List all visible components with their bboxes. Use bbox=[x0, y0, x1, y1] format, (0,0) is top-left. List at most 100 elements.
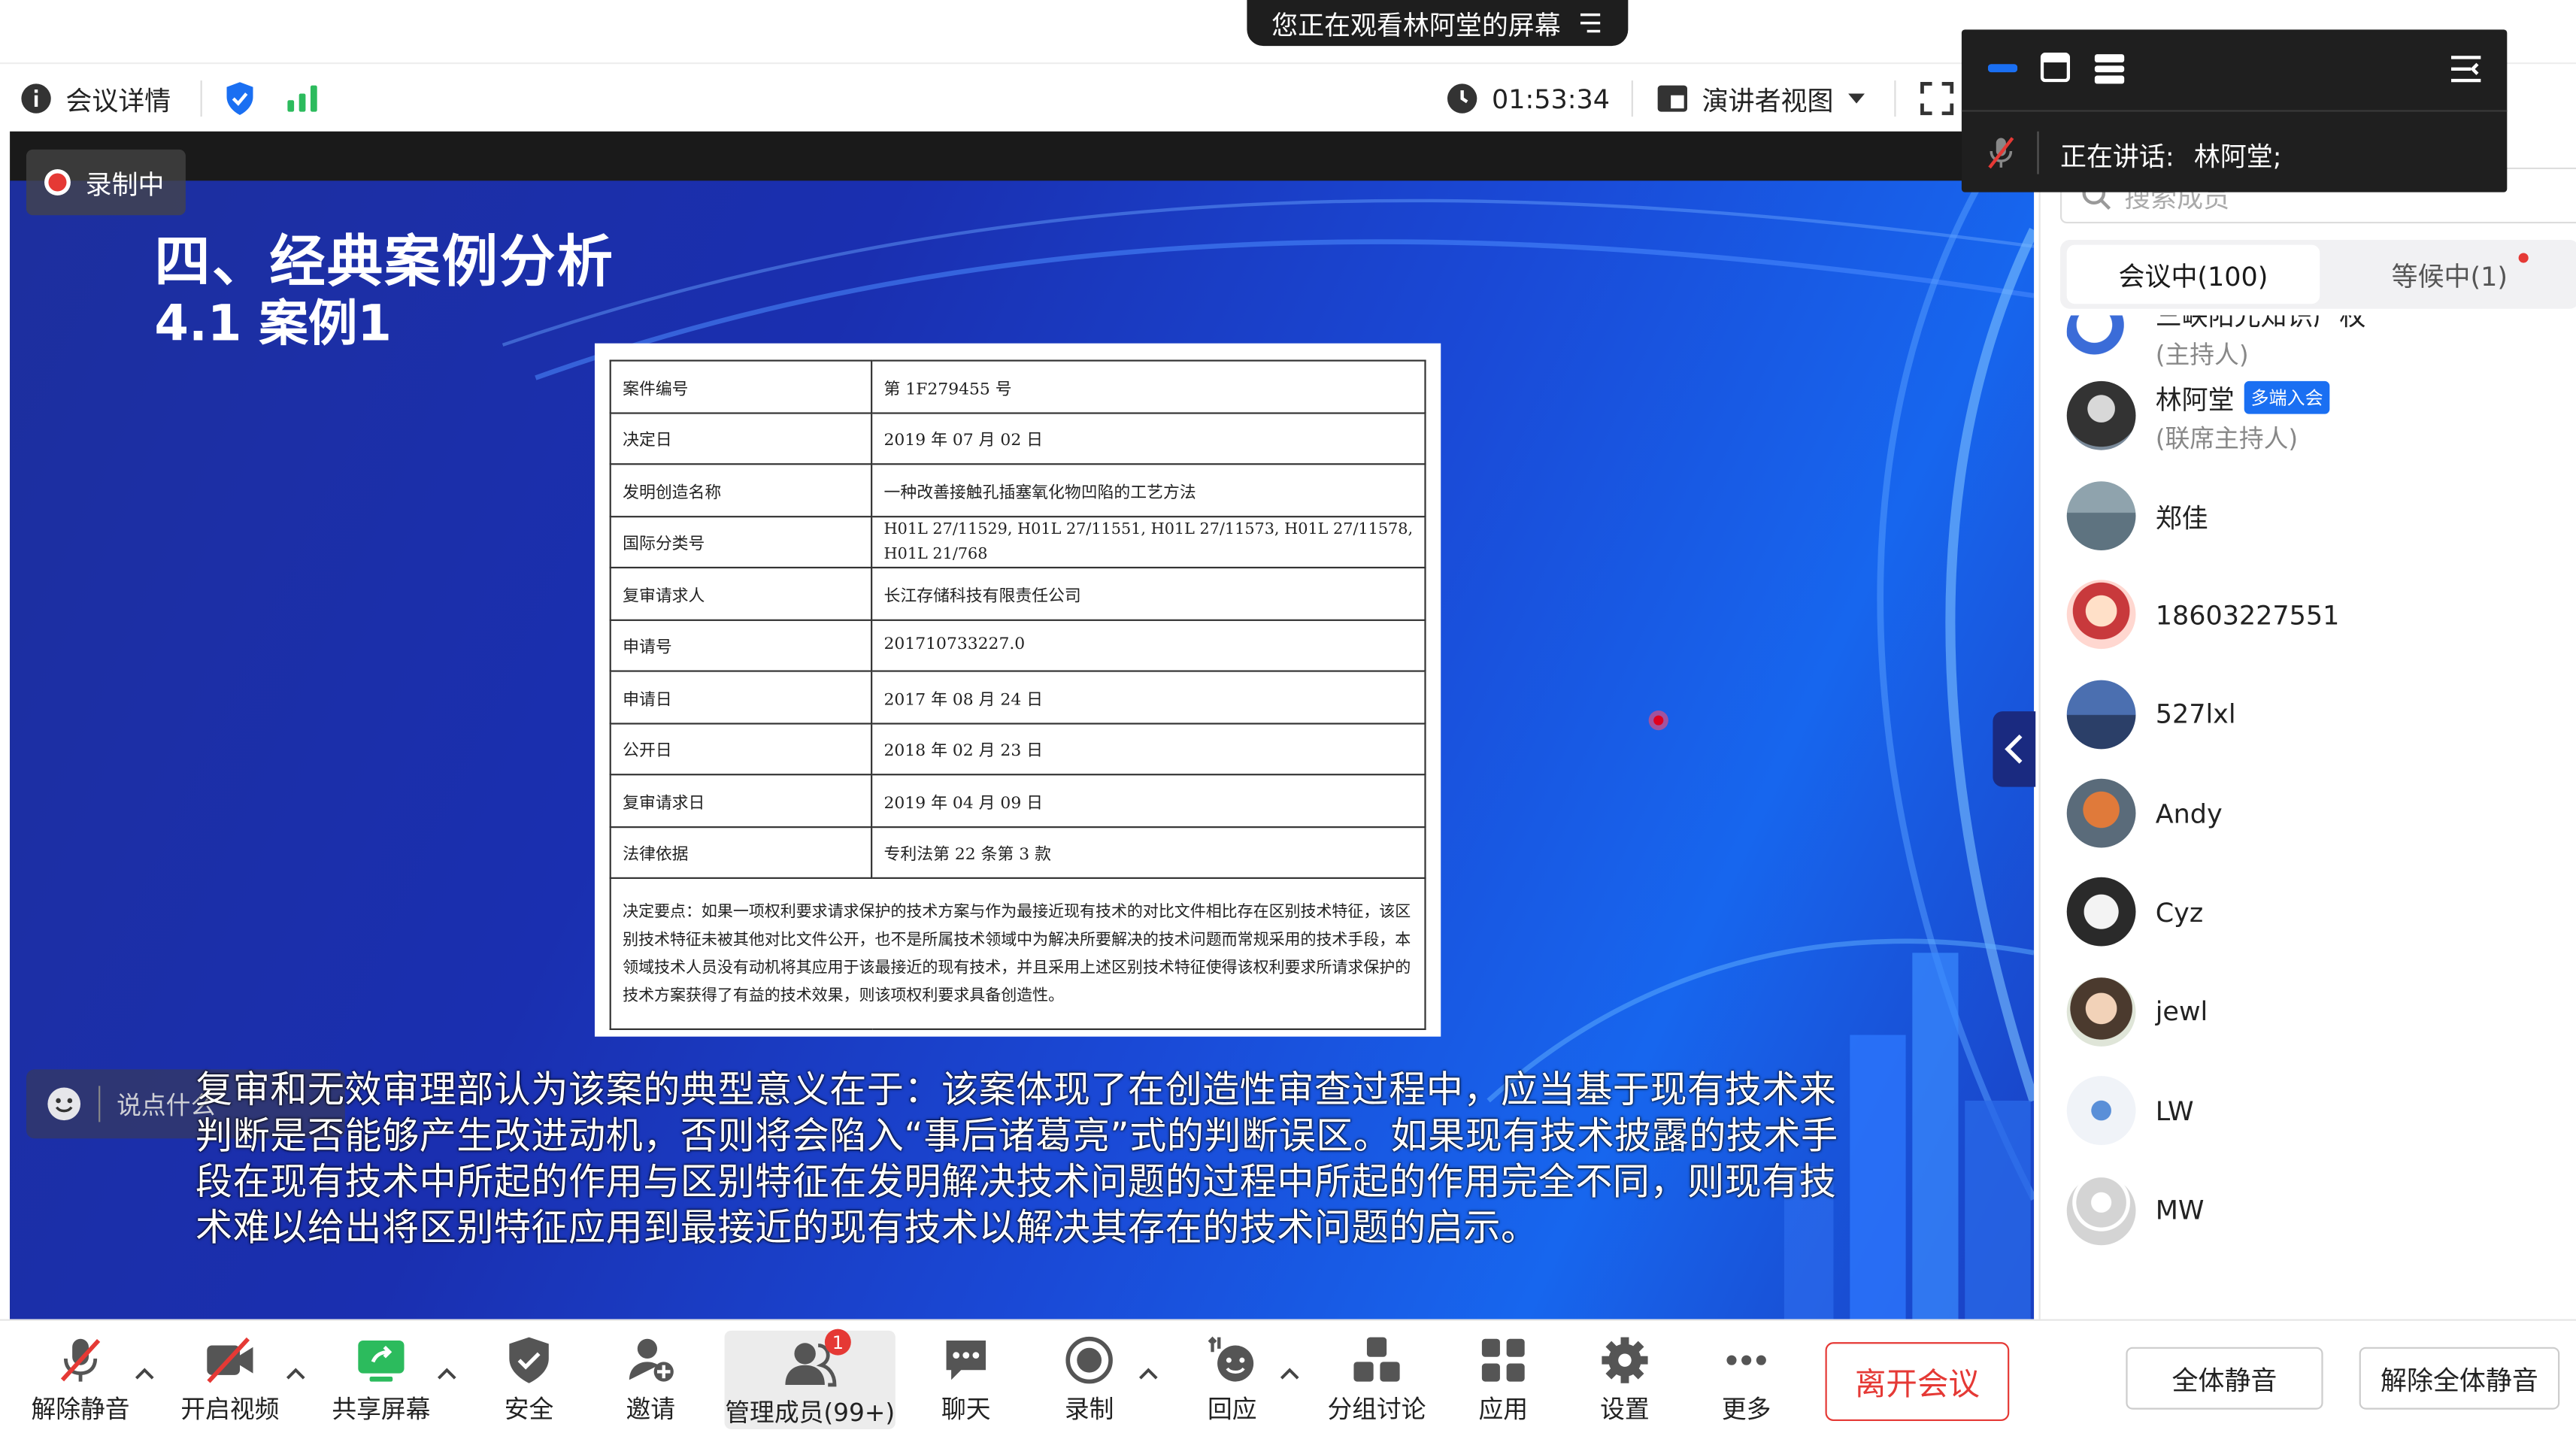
share-screen-label: 共享屏幕 bbox=[332, 1395, 431, 1425]
divider bbox=[2037, 131, 2039, 174]
member-name: jewl bbox=[2155, 995, 2208, 1028]
case-summary: 决定要点：如果一项权利要求请求保护的技术方案与作为最接近现有技术的对比文件相比存… bbox=[609, 877, 1426, 1030]
member-item[interactable]: 林阿堂 多端入会 (联席主持人) bbox=[2066, 377, 2330, 456]
signal-icon[interactable] bbox=[286, 82, 319, 115]
chat-label: 聊天 bbox=[941, 1395, 991, 1425]
recording-indicator[interactable]: 录制中 bbox=[26, 149, 186, 216]
reaction-button[interactable]: 回应 bbox=[1194, 1331, 1270, 1426]
member-item[interactable]: 三峡阳光知识产权 (主持人) bbox=[2066, 315, 2366, 371]
clock-icon bbox=[1446, 82, 1479, 115]
avatar bbox=[2066, 778, 2136, 848]
case-field-value: 一种改善接触孔插塞氧化物凹陷的工艺方法 bbox=[871, 463, 1426, 517]
tab-waiting[interactable]: 等候中(1) bbox=[2326, 245, 2573, 304]
case-field-key: 发明创造名称 bbox=[609, 463, 873, 517]
more-button[interactable]: 更多 bbox=[1708, 1331, 1784, 1426]
info-icon bbox=[20, 82, 53, 115]
mute-all-button[interactable]: 全体静音 bbox=[2126, 1347, 2323, 1410]
unmute-all-button[interactable]: 解除全体静音 bbox=[2359, 1347, 2560, 1410]
breakout-button[interactable]: 分组讨论 bbox=[1323, 1331, 1431, 1426]
case-table-row: 决定日 2019 年 07 月 02 日 bbox=[609, 411, 1426, 465]
member-name-row: 三峡阳光知识产权 bbox=[2156, 316, 2366, 333]
member-badge: 多端入会 bbox=[2244, 380, 2330, 414]
list-view-icon[interactable] bbox=[2093, 53, 2126, 86]
member-item[interactable]: jewl bbox=[2066, 972, 2208, 1051]
case-field-value: 2019 年 07 月 02 日 bbox=[871, 411, 1426, 465]
window-icon[interactable] bbox=[2040, 52, 2071, 83]
chat-button[interactable]: 聊天 bbox=[929, 1331, 1005, 1426]
case-field-value: H01L 27/11529, H01L 27/11551, H01L 27/11… bbox=[871, 515, 1426, 568]
record-label: 录制 bbox=[1064, 1395, 1114, 1425]
member-name: MW bbox=[2155, 1194, 2205, 1226]
view-mode-label: 演讲者视图 bbox=[1702, 85, 1834, 117]
record-options-caret[interactable] bbox=[1138, 1367, 1158, 1380]
speaker-float-window[interactable]: 正在讲话: 林阿堂; bbox=[1961, 29, 2508, 192]
member-item[interactable]: Andy bbox=[2066, 774, 2223, 853]
start-video-label: 开启视频 bbox=[180, 1395, 280, 1425]
member-name: 18603227551 bbox=[2155, 598, 2340, 631]
member-item[interactable]: MW bbox=[2066, 1171, 2205, 1250]
banner-menu-icon[interactable] bbox=[1577, 11, 1604, 35]
chevron-left-icon bbox=[2005, 733, 2024, 766]
add-user-icon bbox=[626, 1335, 675, 1391]
member-info: Cyz bbox=[2156, 897, 2203, 929]
record-icon bbox=[1065, 1335, 1114, 1391]
share-options-caret[interactable] bbox=[437, 1367, 456, 1380]
meeting-info-button[interactable]: 会议详情 bbox=[20, 77, 171, 120]
member-name-row: 郑佳 bbox=[2156, 495, 2208, 535]
member-name-row: Cyz bbox=[2156, 897, 2203, 929]
video-options-caret[interactable] bbox=[286, 1367, 305, 1380]
speaker-label: 正在讲话: bbox=[2059, 141, 2174, 173]
member-role: (联席主持人) bbox=[2155, 423, 2299, 453]
avatar bbox=[2066, 1175, 2136, 1245]
mic-muted-icon bbox=[1984, 135, 2017, 171]
avatar bbox=[2066, 977, 2136, 1047]
case-table-row: 案件编号第 1F279455 号 bbox=[609, 359, 1426, 414]
case-field-key: 公开日 bbox=[609, 722, 873, 776]
unmute-button[interactable]: 解除静音 bbox=[26, 1331, 135, 1426]
case-field-value: 专利法第 22 条第 3 款 bbox=[871, 825, 1426, 879]
tab-in-meeting[interactable]: 会议中(100) bbox=[2066, 244, 2320, 304]
timer-text: 01:53:34 bbox=[1491, 83, 1610, 114]
collapse-panel-button[interactable] bbox=[1993, 711, 2036, 787]
view-mode-dropdown[interactable]: 演讲者视图 bbox=[1656, 77, 1866, 120]
collapse-list-icon[interactable] bbox=[2448, 53, 2484, 86]
security-label: 安全 bbox=[504, 1395, 554, 1425]
divider bbox=[1894, 80, 1896, 117]
member-item[interactable]: 郑佳 bbox=[2066, 476, 2208, 555]
share-screen-icon bbox=[355, 1335, 408, 1391]
apps-icon bbox=[1479, 1335, 1529, 1391]
unmute-options-caret[interactable] bbox=[135, 1367, 154, 1380]
case-field-value: 第 1F279455 号 bbox=[871, 359, 1426, 414]
members-icon: 1 bbox=[782, 1329, 851, 1395]
member-name: 郑佳 bbox=[2155, 502, 2208, 534]
fullscreen-icon[interactable] bbox=[1919, 80, 1955, 117]
share-screen-button[interactable]: 共享屏幕 bbox=[327, 1331, 435, 1426]
case-field-key: 复审请求日 bbox=[609, 774, 873, 828]
emoji-icon[interactable] bbox=[46, 1086, 82, 1122]
member-name-row: 林阿堂 多端入会 bbox=[2156, 377, 2330, 417]
apps-button[interactable]: 应用 bbox=[1465, 1331, 1541, 1426]
reaction-options-caret[interactable] bbox=[1280, 1367, 1299, 1380]
member-info: 527lxl bbox=[2156, 698, 2236, 730]
manage-members-button[interactable]: 1 管理成员(99+) bbox=[724, 1329, 896, 1429]
case-field-value: 长江存储科技有限责任公司 bbox=[871, 566, 1426, 620]
avatar bbox=[2066, 877, 2136, 947]
settings-button[interactable]: 设置 bbox=[1587, 1331, 1663, 1426]
leave-meeting-button[interactable]: 离开会议 bbox=[1825, 1342, 2010, 1422]
minimize-icon[interactable] bbox=[1987, 59, 2018, 76]
invite-button[interactable]: 邀请 bbox=[610, 1331, 692, 1426]
member-item[interactable]: 527lxl bbox=[2066, 674, 2236, 753]
member-item[interactable]: 18603227551 bbox=[2066, 575, 2340, 654]
breakout-icon bbox=[1352, 1335, 1402, 1391]
member-info: 林阿堂 多端入会 (联席主持人) bbox=[2156, 377, 2330, 455]
member-item[interactable]: LW bbox=[2066, 1071, 2194, 1150]
security-button[interactable]: 安全 bbox=[488, 1331, 570, 1426]
more-icon bbox=[1722, 1335, 1771, 1391]
member-role: (主持人) bbox=[2155, 339, 2249, 369]
meeting-info-label: 会议详情 bbox=[65, 85, 171, 117]
screen-share-banner[interactable]: 您正在观看林阿堂的屏幕 bbox=[1247, 0, 1629, 47]
record-button[interactable]: 录制 bbox=[1051, 1331, 1127, 1426]
shield-check-icon[interactable] bbox=[223, 80, 256, 117]
member-item[interactable]: Cyz bbox=[2066, 873, 2203, 952]
start-video-button[interactable]: 开启视频 bbox=[176, 1331, 284, 1426]
